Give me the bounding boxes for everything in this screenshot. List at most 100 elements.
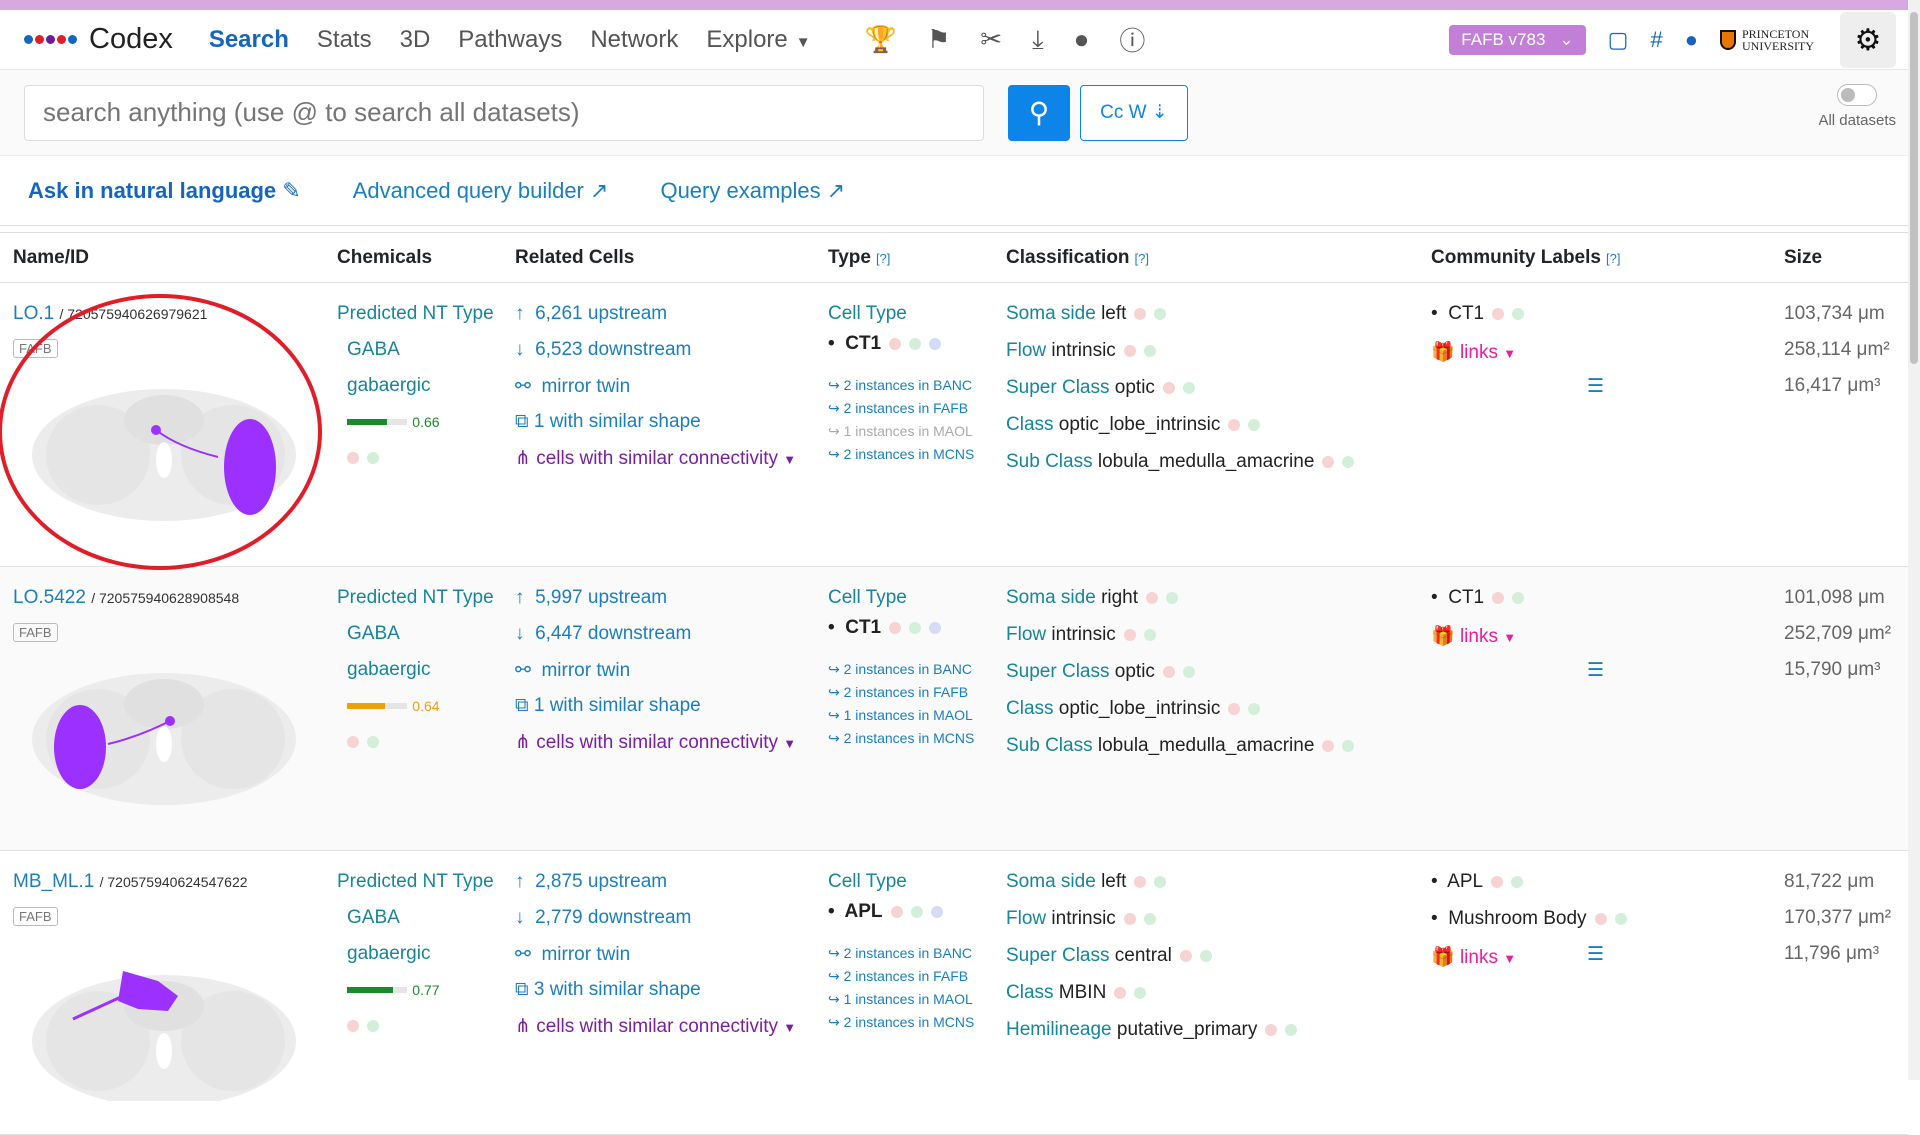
nav-search[interactable]: Search xyxy=(209,26,289,54)
upvote-icon[interactable] xyxy=(367,1019,379,1032)
slack-icon[interactable]: # xyxy=(1650,27,1662,53)
upvote-icon[interactable] xyxy=(1248,418,1261,431)
list-icon[interactable]: ☰ xyxy=(1587,659,1604,682)
downvote-icon[interactable] xyxy=(1123,344,1136,357)
upvote-icon[interactable] xyxy=(1248,702,1261,715)
github-icon[interactable]: ● xyxy=(1685,27,1698,53)
mirror-twin-link[interactable]: ⚯ mirror twin xyxy=(515,375,630,398)
all-datasets-toggle[interactable] xyxy=(1837,84,1878,106)
brand[interactable]: Codex xyxy=(24,23,173,56)
header-classification[interactable]: Classification [?] xyxy=(1006,247,1149,269)
neuron-thumbnail[interactable] xyxy=(28,951,300,1107)
scrollbar-thumb[interactable] xyxy=(1910,12,1918,364)
download-icon[interactable]: ⤓ xyxy=(1032,24,1044,56)
upvote-icon[interactable] xyxy=(1512,307,1525,320)
similar-connectivity-link[interactable]: ⋔ cells with similar connectivity ▼ xyxy=(515,447,796,470)
similar-shape-link[interactable]: ⧉ 1 with similar shape xyxy=(515,411,701,433)
downvote-icon[interactable] xyxy=(347,735,359,748)
classification-value[interactable]: lobula_medulla_amacrine xyxy=(1098,735,1315,756)
links-dropdown[interactable]: 🎁 links ▼ xyxy=(1431,624,1516,648)
upvote-icon[interactable] xyxy=(1143,912,1156,925)
cell-name-link[interactable]: LO.1 xyxy=(13,303,54,324)
upvote-icon[interactable] xyxy=(1614,912,1627,925)
downstream-link[interactable]: ↓ 6,447 downstream xyxy=(515,623,691,645)
downvote-icon[interactable] xyxy=(1265,1023,1278,1036)
instance-link[interactable]: ↪ 2 instances in BANC xyxy=(828,945,972,962)
instance-link[interactable]: ↪ 2 instances in MCNS xyxy=(828,730,974,747)
downvote-icon[interactable] xyxy=(1162,665,1175,678)
header-size[interactable]: Size xyxy=(1784,247,1822,269)
princeton-logo[interactable]: PRINCETON UNIVERSITY xyxy=(1720,28,1814,52)
header-community[interactable]: Community Labels [?] xyxy=(1431,247,1620,269)
trophy-icon[interactable]: 🏆 xyxy=(865,24,897,55)
type-help-link[interactable]: [?] xyxy=(876,251,890,266)
instance-link[interactable]: ↪ 2 instances in FAFB xyxy=(828,968,968,985)
classification-value[interactable]: optic_lobe_intrinsic xyxy=(1059,698,1221,719)
downvote-icon[interactable] xyxy=(1322,455,1335,468)
upstream-link[interactable]: ↑ 2,875 upstream xyxy=(515,871,667,893)
community-label[interactable]: Mushroom Body xyxy=(1448,908,1586,929)
mirror-twin-link[interactable]: ⚯ mirror twin xyxy=(515,659,630,682)
downvote-icon[interactable] xyxy=(1491,875,1504,888)
page-scrollbar[interactable] xyxy=(1908,0,1920,1080)
nav-3d[interactable]: 3D xyxy=(400,26,431,54)
upvote-icon[interactable] xyxy=(909,621,922,634)
header-related[interactable]: Related Cells xyxy=(515,247,634,269)
search-input[interactable] xyxy=(24,84,984,141)
downvote-icon[interactable] xyxy=(1123,628,1136,641)
downvote-icon[interactable] xyxy=(1228,418,1241,431)
instance-link[interactable]: ↪ 2 instances in FAFB xyxy=(828,684,968,701)
header-chemicals[interactable]: Chemicals xyxy=(337,247,432,269)
community-label[interactable]: APL xyxy=(1447,871,1483,892)
upvote-icon[interactable] xyxy=(1143,628,1156,641)
similar-shape-link[interactable]: ⧉ 3 with similar shape xyxy=(515,979,701,1001)
links-dropdown[interactable]: 🎁 links ▼ xyxy=(1431,340,1516,364)
instance-link[interactable]: ↪ 2 instances in MCNS xyxy=(828,1014,974,1031)
classification-value[interactable]: central xyxy=(1115,945,1172,966)
instance-link[interactable]: ↪ 2 instances in BANC xyxy=(828,377,972,394)
dataset-selector[interactable]: FAFB v783 ⌄ xyxy=(1449,25,1586,55)
upstream-link[interactable]: ↑ 6,261 upstream xyxy=(515,303,667,325)
downvote-icon[interactable] xyxy=(889,621,902,634)
cell-name-link[interactable]: MB_ML.1 xyxy=(13,871,94,892)
upvote-icon[interactable] xyxy=(1182,381,1195,394)
instance-link[interactable]: ↪ 1 instances in MAOL xyxy=(828,991,973,1008)
user-icon[interactable]: ● xyxy=(1074,24,1090,55)
instance-link[interactable]: ↪ 2 instances in FAFB xyxy=(828,400,968,417)
tools-icon[interactable]: ✂ xyxy=(980,24,1002,55)
upvote-icon[interactable] xyxy=(1154,307,1167,320)
cell-type-name[interactable]: CT1 xyxy=(845,333,881,354)
downvote-icon[interactable] xyxy=(1594,912,1607,925)
case-sort-button[interactable]: Cc W ⇣ xyxy=(1080,84,1188,141)
downvote-icon[interactable] xyxy=(1134,307,1147,320)
upvote-icon[interactable] xyxy=(1512,591,1525,604)
upvote-icon[interactable] xyxy=(909,337,922,350)
classification-value[interactable]: intrinsic xyxy=(1051,624,1115,645)
upvote-icon[interactable] xyxy=(1134,986,1147,999)
neuron-thumbnail[interactable] xyxy=(28,659,300,809)
links-dropdown[interactable]: 🎁 links ▼ xyxy=(1431,945,1516,969)
advanced-query-link[interactable]: Advanced query builder ↗ xyxy=(353,178,609,204)
upvote-icon[interactable] xyxy=(1342,739,1355,752)
instance-link[interactable]: ↪ 1 instances in MAOL xyxy=(828,707,973,724)
downvote-icon[interactable] xyxy=(347,1019,359,1032)
downvote-icon[interactable] xyxy=(1123,912,1136,925)
downvote-icon[interactable] xyxy=(1228,702,1241,715)
instance-link[interactable]: ↪ 1 instances in MAOL xyxy=(828,423,973,440)
downvote-icon[interactable] xyxy=(1492,591,1505,604)
upvote-icon[interactable] xyxy=(1511,875,1524,888)
classification-value[interactable]: left xyxy=(1101,871,1126,892)
instance-link[interactable]: ↪ 2 instances in BANC xyxy=(828,661,972,678)
downstream-link[interactable]: ↓ 6,523 downstream xyxy=(515,339,691,361)
help-icon[interactable]: ⓘ xyxy=(1119,21,1145,58)
header-name[interactable]: Name/ID xyxy=(13,247,89,269)
downvote-icon[interactable] xyxy=(1146,591,1159,604)
upvote-icon[interactable] xyxy=(367,451,379,464)
neuron-thumbnail[interactable] xyxy=(28,375,300,525)
classification-value[interactable]: optic_lobe_intrinsic xyxy=(1059,414,1221,435)
settings-button[interactable]: ⚙ xyxy=(1840,12,1896,68)
downvote-icon[interactable] xyxy=(1162,381,1175,394)
classification-help-link[interactable]: [?] xyxy=(1135,251,1149,266)
classification-value[interactable]: intrinsic xyxy=(1051,340,1115,361)
query-examples-link[interactable]: Query examples ↗ xyxy=(660,178,845,204)
